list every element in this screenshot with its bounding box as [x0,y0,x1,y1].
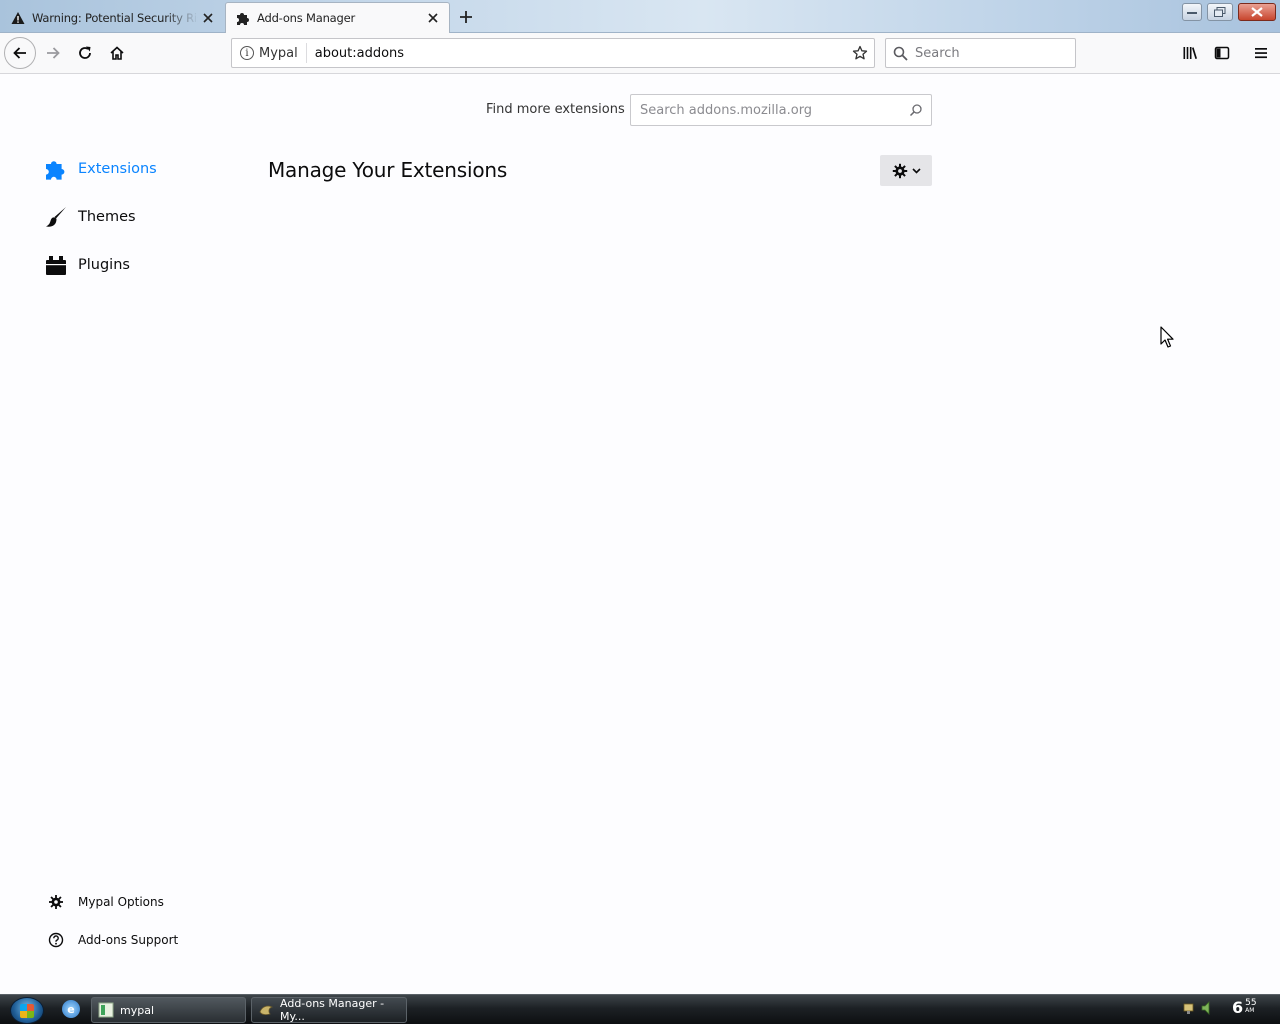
hamburger-icon [1255,48,1267,59]
brush-icon [44,205,68,229]
url-bar[interactable]: i Mypal about:addons [231,38,875,68]
url-input[interactable]: about:addons [307,46,846,61]
forward-arrow-icon [47,47,60,59]
footer-link-label: Add-ons Support [78,933,179,947]
chevron-down-icon [911,167,921,174]
plus-icon [460,11,472,23]
search-icon [909,104,922,117]
clock-ampm: AM [1245,1007,1255,1014]
reload-icon [79,46,91,59]
search-bar[interactable]: Search [885,38,1076,68]
search-placeholder: Search [915,45,960,61]
network-tray-icon[interactable] [1182,1000,1196,1016]
taskbar-button-label: Add-ons Manager - My... [280,997,385,1023]
tab-strip: Warning: Potential Security Risk Ahead A… [0,0,1280,33]
close-tab-icon[interactable] [423,8,443,28]
restore-button[interactable] [1207,3,1233,21]
help-icon [46,930,66,950]
category-label: Extensions [78,161,157,177]
minimize-icon [1187,12,1197,14]
home-button[interactable] [101,37,133,69]
tab-label: Add-ons Manager [257,11,356,25]
puzzle-icon [235,10,251,26]
category-themes[interactable]: Themes [44,201,136,233]
system-tray [1182,1000,1214,1016]
footer-link-label: Mypal Options [78,895,164,909]
windows-logo-icon [20,1004,34,1018]
clock-hour: 6 [1232,998,1244,1017]
volume-tray-icon[interactable] [1200,1000,1214,1016]
site-identity-button[interactable]: i Mypal [232,43,307,63]
reload-button[interactable] [69,37,101,69]
clock-minute: 55 [1245,998,1257,1008]
mypal-options-link[interactable]: Mypal Options [46,890,164,914]
page-title: Manage Your Extensions [268,158,508,182]
addons-support-link[interactable]: Add-ons Support [46,928,178,952]
category-label: Themes [78,209,136,225]
mypal-app-icon [258,1002,274,1018]
mouse-cursor-icon [1160,326,1174,348]
info-icon: i [240,46,254,60]
bookmark-star-icon[interactable] [846,45,874,61]
taskbar-button-addons-manager[interactable]: Add-ons Manager - My... [251,997,407,1023]
back-arrow-icon [13,47,26,59]
nav-bar: i Mypal about:addons Search [0,33,1280,74]
close-tab-icon[interactable] [198,8,218,28]
find-more-extensions-label: Find more extensions [486,102,625,117]
plugin-icon [44,253,68,277]
library-button[interactable] [1175,37,1205,69]
identity-label: Mypal [259,45,298,61]
tab-addons-manager[interactable]: Add-ons Manager [225,2,450,33]
warning-icon [10,10,26,26]
category-label: Plugins [78,257,130,273]
internet-explorer-icon[interactable]: e [62,1000,80,1018]
tools-menu-button[interactable] [880,155,932,186]
puzzle-icon [44,157,68,181]
tab-security-warning[interactable]: Warning: Potential Security Risk Ahead [0,2,224,33]
new-tab-button[interactable] [454,6,478,28]
sidebar-icon [1214,46,1230,60]
taskbar-button-mypal[interactable]: mypal [91,997,246,1023]
minimize-button[interactable] [1182,3,1202,21]
home-icon [110,46,124,60]
close-icon [1251,7,1263,17]
category-extensions[interactable]: Extensions [44,153,157,185]
start-button[interactable] [10,997,44,1024]
restore-icon [1214,7,1226,17]
forward-button[interactable] [37,37,69,69]
gear-icon [892,163,907,178]
category-plugins[interactable]: Plugins [44,249,130,281]
menu-button[interactable] [1246,37,1276,69]
gear-icon [46,892,66,912]
addons-search-input[interactable]: Search addons.mozilla.org [630,94,932,126]
folder-icon [98,1002,114,1018]
addons-search-placeholder: Search addons.mozilla.org [640,102,813,118]
library-icon [1183,47,1198,60]
sidebar-toggle-button[interactable] [1207,37,1237,69]
taskbar-button-label: mypal [120,1003,155,1017]
taskbar-clock[interactable]: 6 55 AM [1232,999,1257,1017]
tab-label: Warning: Potential Security Risk Ahead [32,10,198,25]
back-button[interactable] [4,37,36,69]
close-window-button[interactable] [1238,3,1276,21]
search-icon [893,46,908,61]
